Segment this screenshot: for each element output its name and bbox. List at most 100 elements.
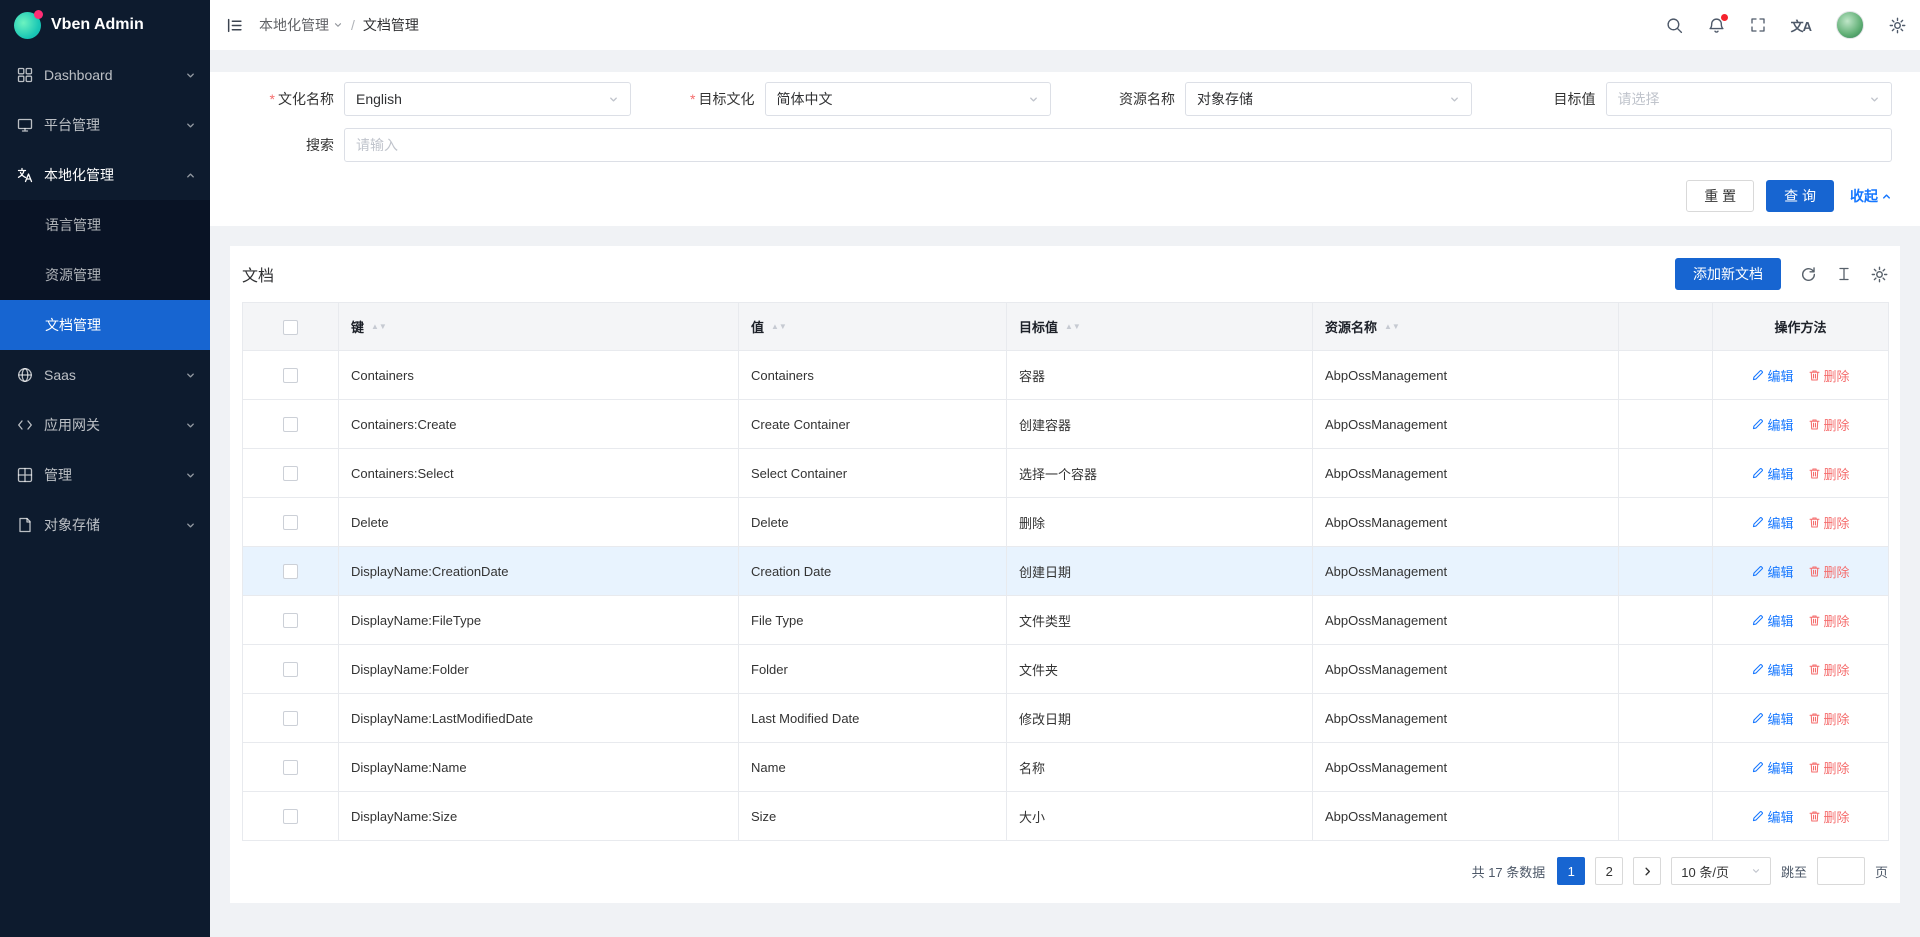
row-checkbox[interactable] <box>283 564 298 579</box>
table-row[interactable]: Containers:SelectSelect Container选择一个容器A… <box>243 449 1889 498</box>
sidebar-subitem[interactable]: 资源管理 <box>0 250 210 300</box>
select-all-checkbox[interactable] <box>283 320 298 335</box>
add-document-button[interactable]: 添加新文档 <box>1675 258 1781 290</box>
trash-icon <box>1808 418 1821 431</box>
user-avatar[interactable] <box>1836 11 1864 39</box>
column-header-value[interactable]: 值▲▼ <box>739 303 1007 351</box>
refresh-icon[interactable] <box>1800 266 1817 283</box>
sidebar-subitem[interactable]: 文档管理 <box>0 300 210 350</box>
row-checkbox[interactable] <box>283 662 298 677</box>
sidebar-item-localization[interactable]: 本地化管理 <box>0 150 210 200</box>
notification-bell-icon[interactable] <box>1708 17 1725 34</box>
collapse-link[interactable]: 收起 <box>1850 186 1892 206</box>
table-row[interactable]: ContainersContainers容器AbpOssManagement编辑… <box>243 351 1889 400</box>
row-checkbox[interactable] <box>283 417 298 432</box>
cell-target: 文件夹 <box>1007 645 1313 694</box>
culture-name-select[interactable]: English <box>344 82 631 116</box>
delete-link[interactable]: 删除 <box>1808 709 1850 728</box>
cell-resource: AbpOssManagement <box>1313 694 1619 743</box>
row-height-icon[interactable] <box>1836 266 1852 282</box>
search-input[interactable] <box>344 128 1892 162</box>
column-header-key[interactable]: 键▲▼ <box>339 303 739 351</box>
cell-target: 创建日期 <box>1007 547 1313 596</box>
table-row[interactable]: DisplayName:SizeSize大小AbpOssManagement编辑… <box>243 792 1889 841</box>
delete-link[interactable]: 删除 <box>1808 758 1850 777</box>
delete-link[interactable]: 删除 <box>1808 562 1850 581</box>
resource-name-select[interactable]: 对象存储 <box>1185 82 1472 116</box>
sidebar-item-platform[interactable]: 平台管理 <box>0 100 210 150</box>
column-header-empty <box>1619 303 1713 351</box>
next-page-button[interactable] <box>1633 857 1661 885</box>
delete-link[interactable]: 删除 <box>1808 415 1850 434</box>
edit-link[interactable]: 编辑 <box>1751 464 1793 483</box>
table-row[interactable]: DisplayName:FolderFolder文件夹AbpOssManagem… <box>243 645 1889 694</box>
row-checkbox[interactable] <box>283 809 298 824</box>
column-settings-gear-icon[interactable] <box>1871 266 1888 283</box>
edit-link[interactable]: 编辑 <box>1751 709 1793 728</box>
sidebar-subitem[interactable]: 语言管理 <box>0 200 210 250</box>
row-checkbox[interactable] <box>283 613 298 628</box>
edit-pencil-icon <box>1751 418 1764 431</box>
cell-resource: AbpOssManagement <box>1313 792 1619 841</box>
row-checkbox[interactable] <box>283 368 298 383</box>
filter-field-culture-name: 文化名称 English <box>238 82 631 116</box>
sort-icon[interactable]: ▲▼ <box>1065 323 1081 330</box>
delete-link[interactable]: 删除 <box>1808 366 1850 385</box>
translate-icon[interactable]: 文A <box>1791 16 1811 35</box>
target-culture-select[interactable]: 简体中文 <box>765 82 1052 116</box>
column-header-target[interactable]: 目标值▲▼ <box>1007 303 1313 351</box>
edit-link[interactable]: 编辑 <box>1751 660 1793 679</box>
trash-icon <box>1808 467 1821 480</box>
breadcrumb-parent[interactable]: 本地化管理 <box>259 15 343 35</box>
settings-gear-icon[interactable] <box>1889 17 1906 34</box>
column-header-resource[interactable]: 资源名称▲▼ <box>1313 303 1619 351</box>
sidebar-menu: Dashboard平台管理本地化管理语言管理资源管理文档管理Saas应用网关管理… <box>0 50 210 937</box>
row-checkbox[interactable] <box>283 711 298 726</box>
edit-link[interactable]: 编辑 <box>1751 513 1793 532</box>
edit-link[interactable]: 编辑 <box>1751 807 1793 826</box>
table-row[interactable]: Containers:CreateCreate Container创建容器Abp… <box>243 400 1889 449</box>
sort-icon[interactable]: ▲▼ <box>1384 323 1400 330</box>
edit-link[interactable]: 编辑 <box>1751 758 1793 777</box>
notification-badge <box>1721 14 1728 21</box>
sort-icon[interactable]: ▲▼ <box>771 323 787 330</box>
fullscreen-icon[interactable] <box>1750 17 1766 33</box>
trash-icon <box>1808 663 1821 676</box>
cell-key: DisplayName:CreationDate <box>339 547 739 596</box>
delete-link[interactable]: 删除 <box>1808 513 1850 532</box>
query-button[interactable]: 查 询 <box>1766 180 1834 212</box>
sort-icon[interactable]: ▲▼ <box>371 323 387 330</box>
table-row[interactable]: DisplayName:NameName名称AbpOssManagement编辑… <box>243 743 1889 792</box>
sidebar-item-admin[interactable]: 管理 <box>0 450 210 500</box>
sidebar-item-dashboard[interactable]: Dashboard <box>0 50 210 100</box>
page-size-select[interactable]: 10 条/页 <box>1671 857 1771 885</box>
edit-link[interactable]: 编辑 <box>1751 366 1793 385</box>
chevron-up-icon <box>185 170 196 181</box>
delete-link[interactable]: 删除 <box>1808 807 1850 826</box>
sidebar-toggle-icon[interactable] <box>226 17 243 34</box>
row-checkbox[interactable] <box>283 466 298 481</box>
edit-link[interactable]: 编辑 <box>1751 562 1793 581</box>
search-icon[interactable] <box>1666 17 1683 34</box>
table-row[interactable]: DisplayName:CreationDateCreation Date创建日… <box>243 547 1889 596</box>
sidebar-item-gateway[interactable]: 应用网关 <box>0 400 210 450</box>
row-checkbox[interactable] <box>283 760 298 775</box>
jump-page-input[interactable] <box>1817 857 1865 885</box>
sidebar-item-storage[interactable]: 对象存储 <box>0 500 210 550</box>
table-row[interactable]: DisplayName:LastModifiedDateLast Modifie… <box>243 694 1889 743</box>
cell-resource: AbpOssManagement <box>1313 351 1619 400</box>
page-button-1[interactable]: 1 <box>1557 857 1585 885</box>
page-button-2[interactable]: 2 <box>1595 857 1623 885</box>
sidebar-item-saas[interactable]: Saas <box>0 350 210 400</box>
edit-link[interactable]: 编辑 <box>1751 415 1793 434</box>
row-checkbox[interactable] <box>283 515 298 530</box>
delete-link[interactable]: 删除 <box>1808 611 1850 630</box>
edit-link[interactable]: 编辑 <box>1751 611 1793 630</box>
delete-link[interactable]: 删除 <box>1808 660 1850 679</box>
reset-button[interactable]: 重 置 <box>1686 180 1754 212</box>
delete-link[interactable]: 删除 <box>1808 464 1850 483</box>
table-row[interactable]: DisplayName:FileTypeFile Type文件类型AbpOssM… <box>243 596 1889 645</box>
cell-value: Create Container <box>739 400 1007 449</box>
target-value-select[interactable]: 请选择 <box>1606 82 1893 116</box>
table-row[interactable]: DeleteDelete删除AbpOssManagement编辑删除 <box>243 498 1889 547</box>
